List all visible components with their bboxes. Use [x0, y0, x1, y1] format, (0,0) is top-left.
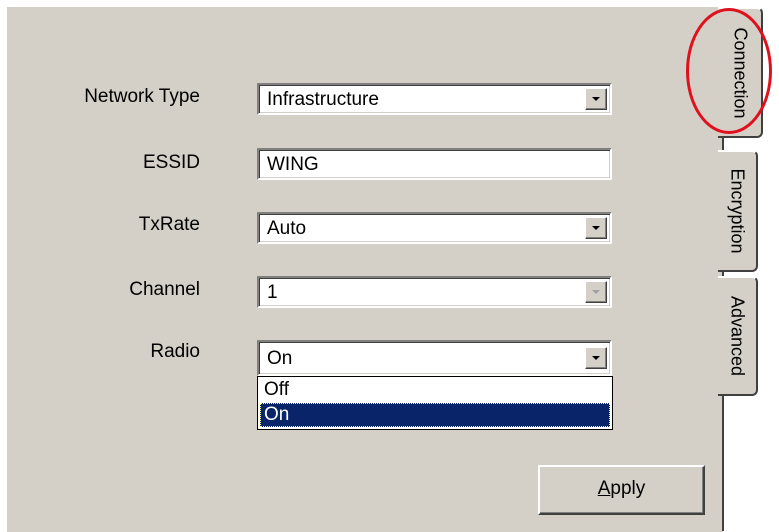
chevron-down-icon [592, 97, 600, 101]
chevron-down-icon [592, 290, 600, 294]
txrate-label: TxRate [138, 214, 200, 235]
network-type-dropdown-button[interactable] [585, 88, 607, 110]
radio-option-on[interactable]: On [260, 403, 610, 427]
essid-value: WING [267, 154, 319, 175]
network-type-select[interactable]: Infrastructure [257, 83, 612, 115]
channel-select[interactable]: 1 [257, 276, 612, 308]
network-type-value: Infrastructure [267, 89, 379, 110]
radio-label: Radio [150, 341, 200, 362]
apply-mnemonic: A [597, 478, 611, 499]
channel-label: Channel [129, 279, 200, 300]
network-type-label: Network Type [84, 86, 200, 107]
tab-advanced[interactable]: Advanced [718, 276, 758, 396]
txrate-value: Auto [267, 218, 307, 239]
tab-encryption[interactable]: Encryption [718, 150, 758, 272]
channel-value: 1 [267, 282, 278, 303]
radio-dropdown-button[interactable] [585, 347, 607, 369]
tab-advanced-label: Advanced [727, 295, 748, 377]
txrate-select[interactable]: Auto [257, 212, 612, 244]
txrate-dropdown-button[interactable] [585, 217, 607, 239]
chevron-down-icon [592, 356, 600, 360]
essid-input[interactable]: WING [257, 148, 612, 180]
essid-label: ESSID [142, 152, 200, 173]
radio-select[interactable]: On [257, 340, 612, 376]
radio-dropdown-list: Off On [257, 376, 613, 430]
radio-option-off[interactable]: Off [260, 378, 610, 402]
apply-label-rest: pply [610, 478, 646, 499]
apply-button[interactable]: Apply [538, 465, 705, 515]
highlight-ellipse [686, 8, 772, 134]
chevron-down-icon [592, 226, 600, 230]
radio-value: On [267, 348, 293, 369]
tab-encryption-label: Encryption [727, 168, 748, 254]
channel-dropdown-button[interactable] [585, 281, 607, 303]
